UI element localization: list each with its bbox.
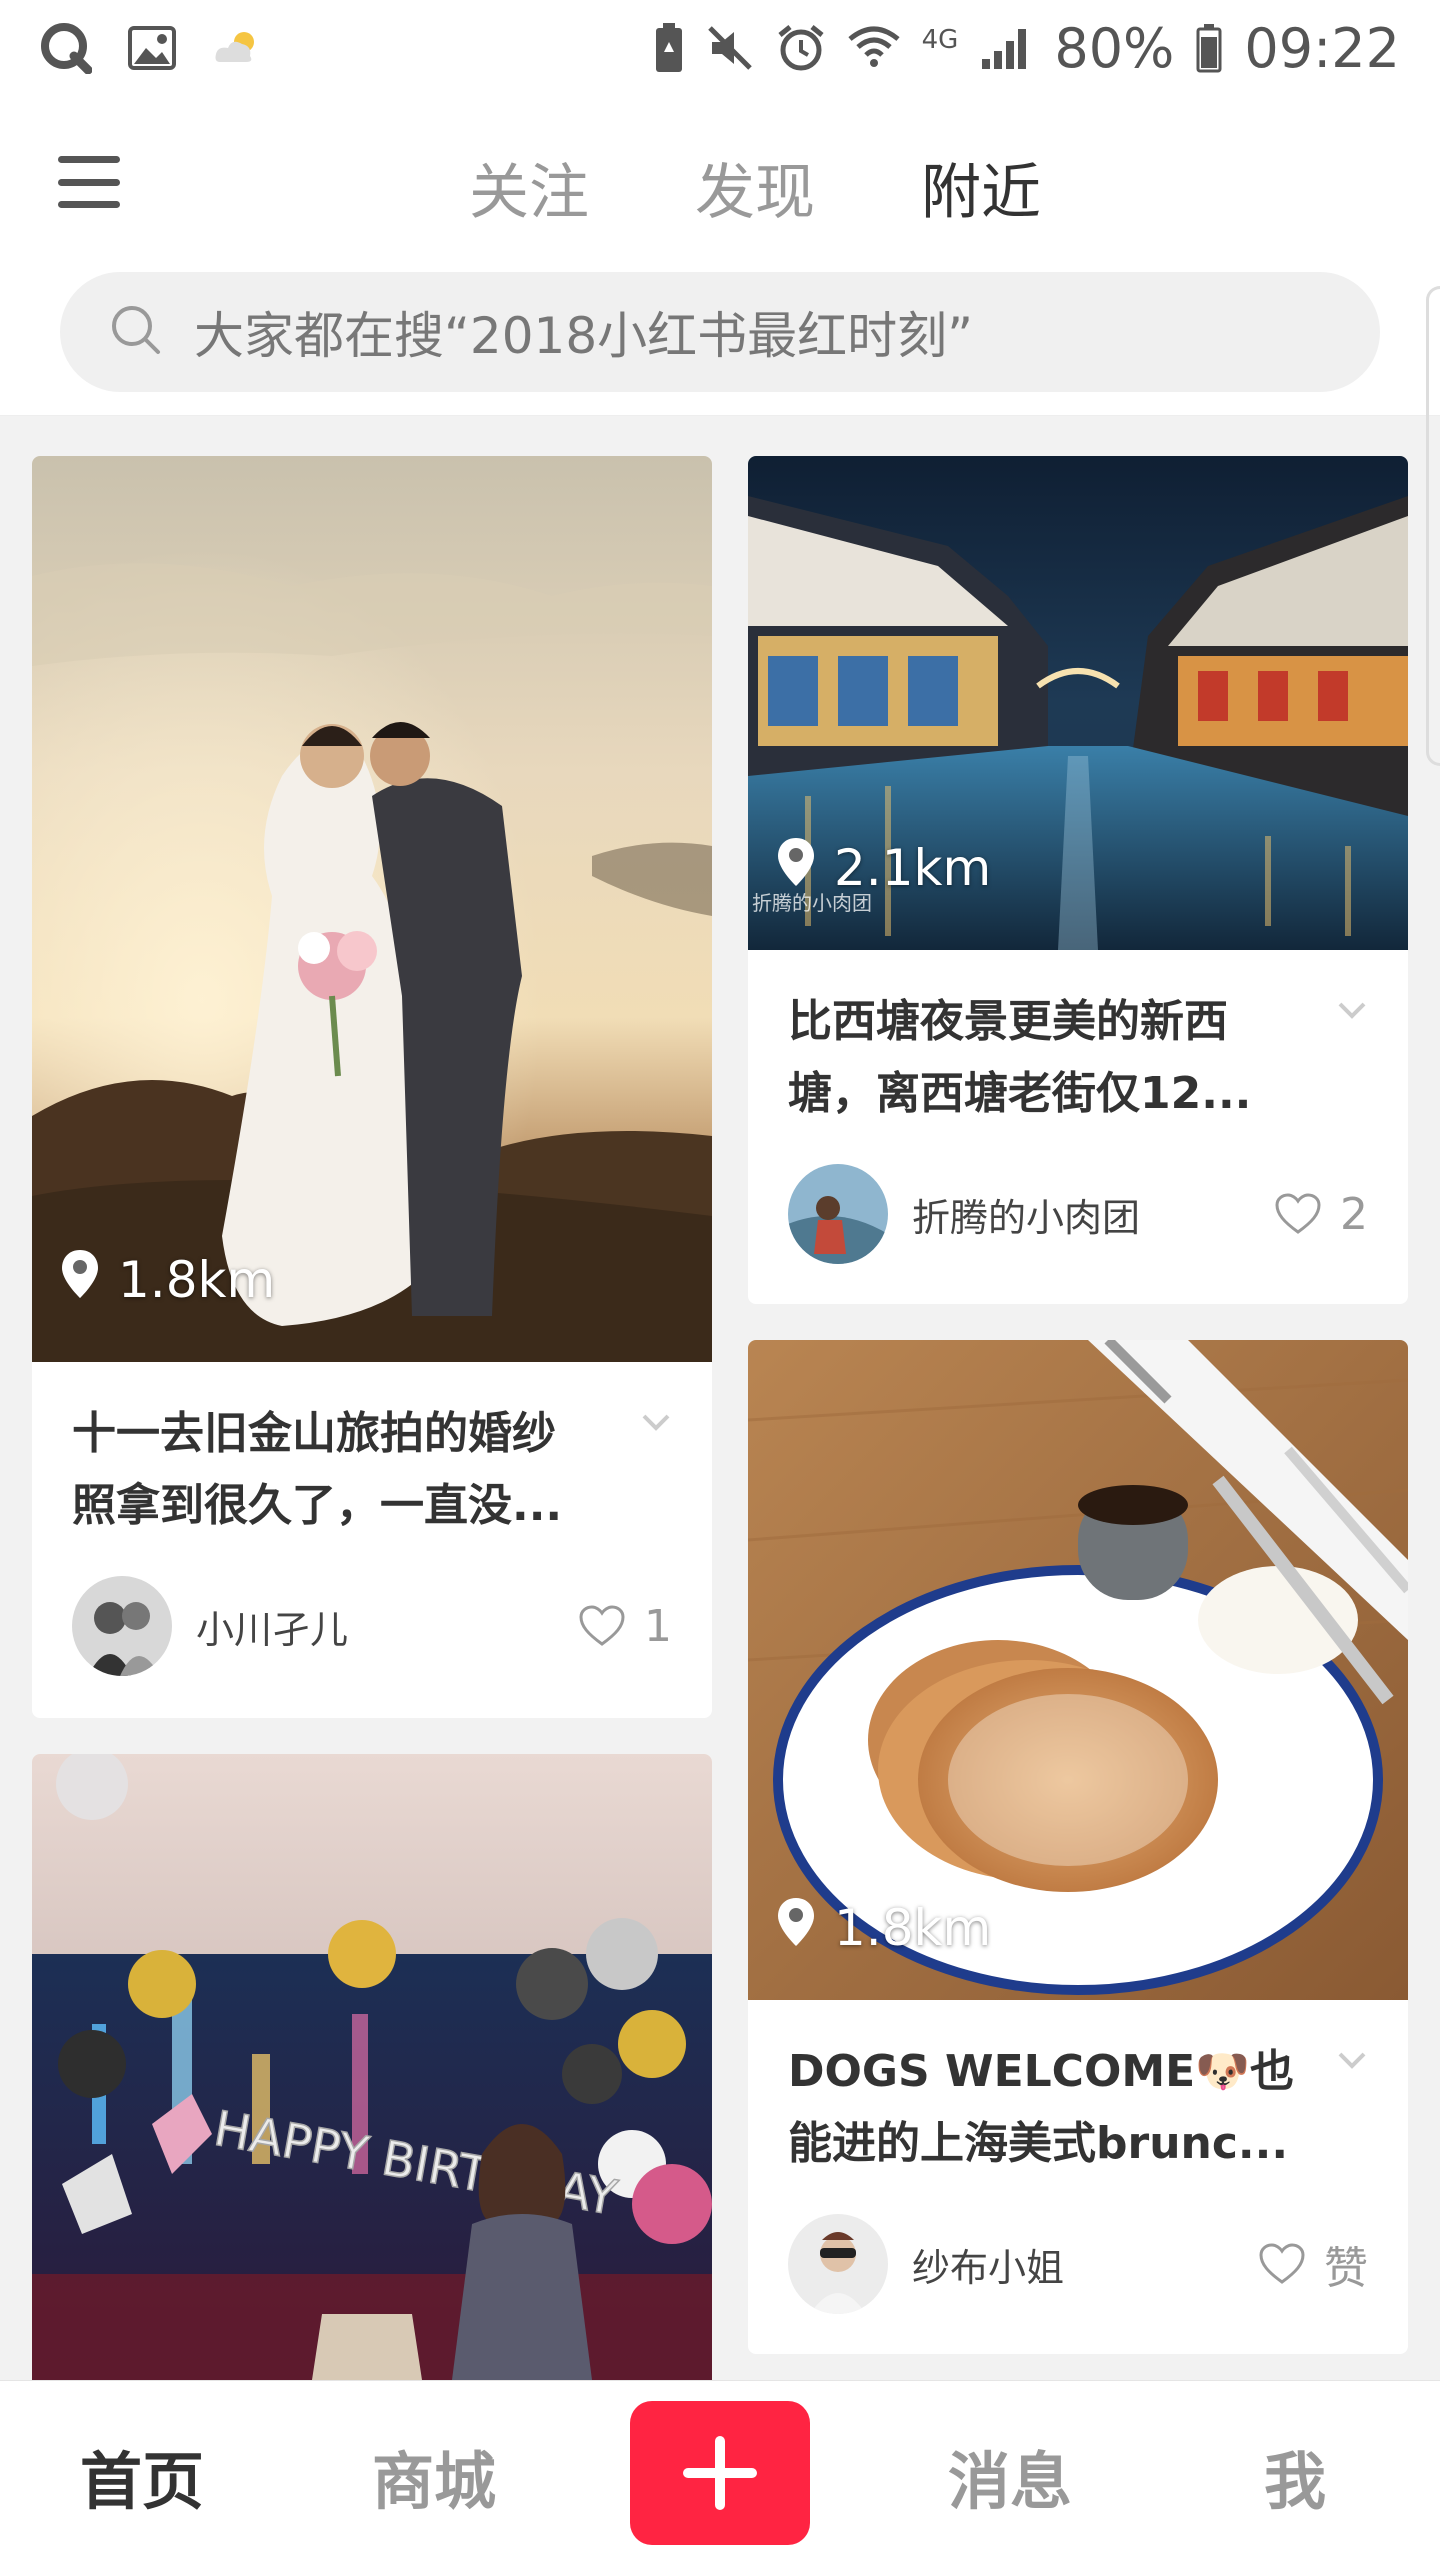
card-title[interactable]: DOGS WELCOME🐶也能进的上海美式brunc... xyxy=(788,2036,1308,2180)
network-type: 4G xyxy=(921,24,959,55)
search-bar[interactable]: 大家都在搜“2018小红书最红时刻” xyxy=(60,272,1380,392)
like-button[interactable]: 1 xyxy=(578,1601,672,1652)
heart-icon xyxy=(1259,2243,1305,2284)
battery-percent: 80% xyxy=(1054,16,1175,80)
top-header: 关注 发现 附近 xyxy=(0,96,1440,256)
pancake-photo: 1.8km xyxy=(748,1340,1408,2000)
like-count: 赞 xyxy=(1324,2243,1368,2294)
location-pin-icon xyxy=(776,1896,816,1960)
nav-home[interactable]: 首页 xyxy=(80,2431,204,2521)
mute-icon xyxy=(706,24,754,72)
tab-follow[interactable]: 关注 xyxy=(416,144,642,231)
avatar[interactable] xyxy=(788,1164,888,1264)
distance-text: 1.8km xyxy=(118,1251,276,1309)
author-name[interactable]: 折腾的小肉团 xyxy=(912,1187,1274,1242)
avatar[interactable] xyxy=(72,1576,172,1676)
location-pin-icon xyxy=(60,1248,100,1312)
author-name[interactable]: 纱布小姐 xyxy=(912,2237,1258,2292)
clock: 09:22 xyxy=(1244,16,1400,80)
feed-card[interactable]: 1.8km 十一去旧金山旅拍的婚纱照拿到很久了，一直没... 小川孑儿 1 xyxy=(32,456,712,1718)
bottom-nav: 首页 商城 消息 我 xyxy=(0,2380,1440,2560)
battery-icon xyxy=(1196,23,1222,73)
weather-icon xyxy=(212,28,262,68)
feed-card[interactable]: HAPPY BIRTHDAY xyxy=(32,1754,712,2380)
birthday-photo: HAPPY BIRTHDAY xyxy=(32,1754,712,2380)
card-title[interactable]: 比西塘夜景更美的新西塘，离西塘老街仅12... xyxy=(788,986,1308,1130)
chevron-down-icon[interactable] xyxy=(1336,2044,1368,2076)
feed-card[interactable]: 1.8km DOGS WELCOME🐶也能进的上海美式brunc... 纱布小姐… xyxy=(748,1340,1408,2354)
tab-bar: 关注 发现 附近 xyxy=(0,144,1440,231)
author-name[interactable]: 小川孑儿 xyxy=(196,1599,578,1654)
distance-tag: 1.8km xyxy=(60,1248,275,1312)
status-bar: 4G 80% 09:22 xyxy=(0,0,1440,96)
night-canal-photo: 2.1km 折腾的小肉团 xyxy=(748,456,1408,950)
like-count: 2 xyxy=(1340,1188,1368,1240)
tab-nearby[interactable]: 附近 xyxy=(868,144,1094,231)
distance-tag: 1.8km xyxy=(776,1896,991,1960)
chevron-down-icon[interactable] xyxy=(640,1406,672,1438)
nav-mall[interactable]: 商城 xyxy=(372,2431,496,2521)
alarm-icon xyxy=(776,23,826,73)
card-title[interactable]: 十一去旧金山旅拍的婚纱照拿到很久了，一直没... xyxy=(72,1398,592,1542)
gallery-icon xyxy=(128,26,176,70)
wifi-icon xyxy=(848,25,900,71)
search-section: 大家都在搜“2018小红书最红时刻” xyxy=(0,256,1440,416)
heart-icon xyxy=(579,1605,625,1646)
plus-icon xyxy=(683,2436,757,2510)
distance-text: 1.8km xyxy=(834,1899,992,1957)
feed-card[interactable]: 2.1km 折腾的小肉团 比西塘夜景更美的新西塘，离西塘老街仅12... 折腾的… xyxy=(748,456,1408,1304)
nav-me[interactable]: 我 xyxy=(1264,2431,1326,2521)
like-count: 1 xyxy=(644,1600,672,1652)
avatar[interactable] xyxy=(788,2214,888,2314)
scroll-indicator[interactable] xyxy=(1426,286,1440,766)
battery-saver-icon xyxy=(654,22,684,74)
publish-button[interactable] xyxy=(630,2401,810,2545)
like-button[interactable]: 赞 xyxy=(1258,2232,1368,2296)
chevron-down-icon[interactable] xyxy=(1336,994,1368,1026)
like-button[interactable]: 2 xyxy=(1274,1189,1368,1240)
heart-icon xyxy=(1275,1193,1321,1234)
q-app-icon xyxy=(40,22,92,74)
tab-discover[interactable]: 发现 xyxy=(642,144,868,231)
nav-messages[interactable]: 消息 xyxy=(948,2431,1072,2521)
search-placeholder: 大家都在搜“2018小红书最红时刻” xyxy=(194,307,974,365)
wedding-photo: 1.8km xyxy=(32,456,712,1362)
search-icon xyxy=(108,302,164,362)
photo-watermark: 折腾的小肉团 xyxy=(752,891,872,915)
signal-icon xyxy=(980,25,1032,71)
